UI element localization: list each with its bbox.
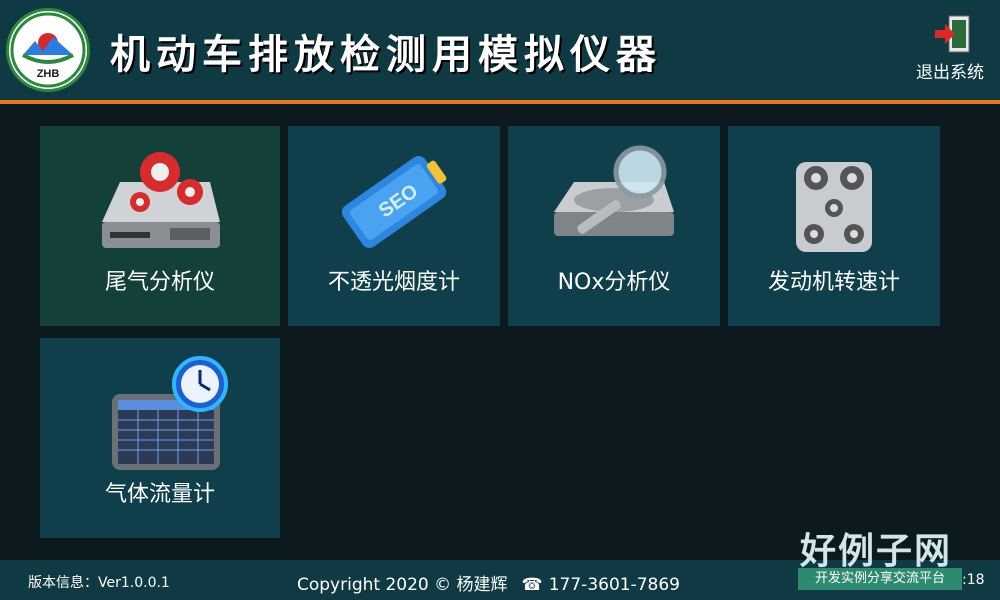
tile-engine-tachometer[interactable]: 发动机转速计 bbox=[728, 126, 940, 326]
exit-door-icon bbox=[935, 15, 970, 53]
tile-label: 发动机转速计 bbox=[767, 270, 900, 295]
version-info: 版本信息：Ver1.0.0.1 bbox=[28, 575, 170, 591]
zhb-logo: ZHB bbox=[6, 8, 90, 92]
tile-nox-analyzer[interactable]: NOx分析仪 bbox=[508, 126, 720, 326]
spreadsheet-clock-icon bbox=[112, 356, 228, 470]
phone-number: 177-3601-7869 bbox=[548, 575, 680, 595]
gear-harddrive-icon bbox=[102, 152, 220, 248]
tile-smoke-meter[interactable]: SEO 不透光烟度计 bbox=[288, 126, 500, 326]
app-title: 机动车排放检测用模拟仪器 bbox=[110, 31, 662, 78]
logo-emblem-icon: ZHB bbox=[10, 12, 86, 88]
exit-system-label: 退出系统 bbox=[916, 63, 984, 83]
tile-exhaust-analyzer[interactable]: 尾气分析仪 bbox=[40, 126, 280, 326]
phone-icon: ☎ bbox=[521, 575, 543, 595]
header-divider bbox=[0, 100, 1000, 104]
exit-system-button[interactable]: 退出系统 bbox=[905, 12, 995, 84]
watermark-logo-text: 好例子网 bbox=[800, 531, 953, 572]
magnifier-drive-icon bbox=[554, 145, 674, 236]
watermark-tagline: 开发实例分享交流平台 bbox=[798, 568, 962, 590]
tile-label: NOx分析仪 bbox=[557, 270, 671, 295]
tile-label: 气体流量计 bbox=[104, 482, 215, 507]
engine-belt-icon bbox=[796, 162, 872, 252]
copyright-info: Copyright 2020 © 杨建辉 ☎ 177-3601-7869 bbox=[297, 570, 680, 595]
tile-gas-flowmeter[interactable]: 气体流量计 bbox=[40, 338, 280, 538]
tile-label: 不透光烟度计 bbox=[327, 270, 460, 295]
clock-fragment: :18 bbox=[962, 572, 985, 588]
seo-battery-icon: SEO bbox=[341, 155, 447, 249]
tile-label: 尾气分析仪 bbox=[104, 270, 215, 295]
logo-text: ZHB bbox=[37, 68, 60, 80]
copyright-text: Copyright 2020 © 杨建辉 bbox=[297, 575, 508, 595]
